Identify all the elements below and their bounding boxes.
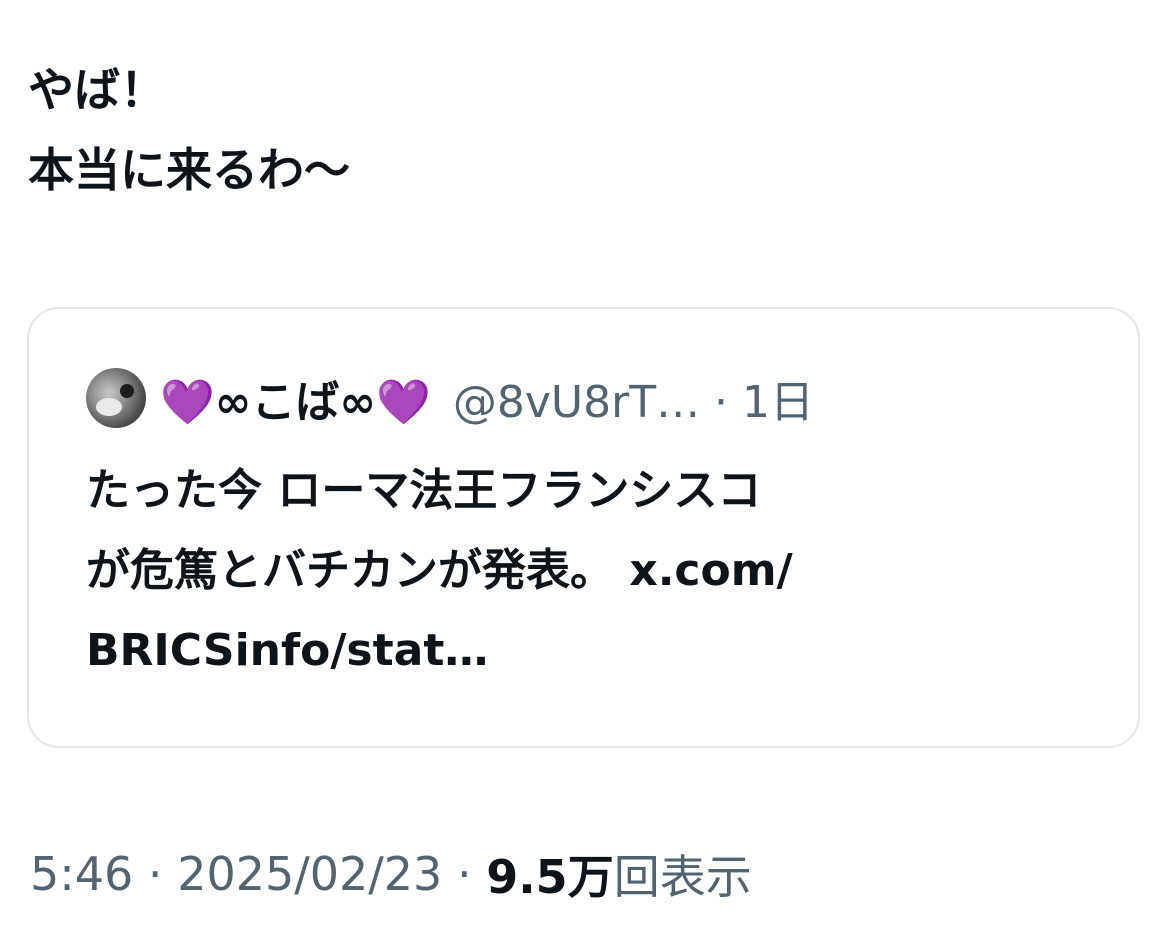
quoted-text-line-2: が危篤とバチカンが発表。 x.com/: [86, 545, 793, 596]
quoted-display-name[interactable]: 💜∞こば∞💜: [160, 366, 431, 430]
quoted-tweet-text: たった今 ローマ法王フランシスコ が危篤とバチカンが発表。 x.com/ BRI…: [86, 451, 1086, 691]
tweet-text-line-1: やば！: [28, 63, 166, 117]
quoted-handle-and-time[interactable]: @8vU8rT… · 1日: [453, 366, 814, 430]
meta-separator-1: ·: [133, 847, 178, 901]
tweet-text: やば！ 本当に来るわ〜: [28, 50, 1138, 210]
tweet-date[interactable]: 2025/02/23: [177, 847, 442, 901]
user-avatar-icon[interactable]: [86, 368, 146, 428]
tweet-text-line-2: 本当に来るわ〜: [28, 143, 350, 197]
quoted-tweet-card[interactable]: 💜∞こば∞💜 @8vU8rT… · 1日 たった今 ローマ法王フランシスコ が危…: [27, 307, 1140, 748]
tweet-time[interactable]: 5:46: [30, 847, 133, 901]
tweet-meta: 5:46 · 2025/02/23 · 9.5万 回表示: [30, 838, 752, 910]
quoted-tweet-header: 💜∞こば∞💜 @8vU8rT… · 1日: [86, 365, 814, 431]
meta-separator-2: ·: [442, 847, 487, 901]
quoted-text-line-3: BRICSinfo/stat…: [86, 625, 489, 676]
quoted-text-line-1: たった今 ローマ法王フランシスコ: [86, 465, 762, 516]
views-count[interactable]: 9.5万: [486, 841, 614, 907]
views-label[interactable]: 回表示: [614, 841, 752, 907]
